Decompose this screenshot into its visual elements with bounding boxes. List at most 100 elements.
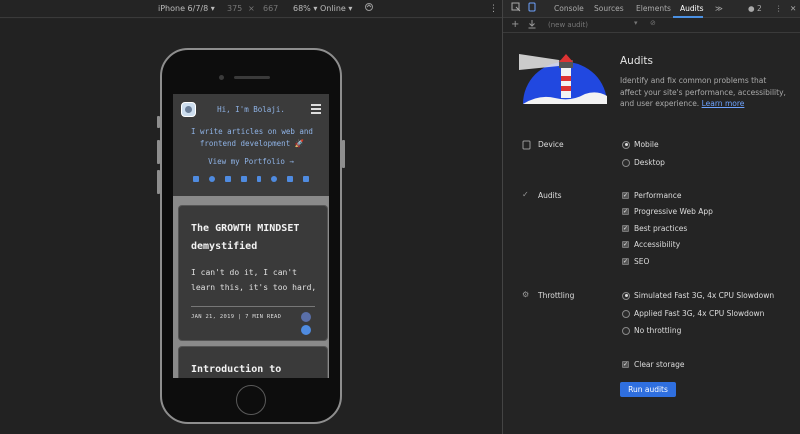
article-title[interactable]: Introduction to JavaScript Switch xyxy=(191,361,321,378)
mute-switch xyxy=(157,116,160,128)
audits-toolbar: + (new audit) ▾ ⊘ xyxy=(503,18,800,33)
device-section-label: Device xyxy=(538,140,564,149)
option-label: Mobile xyxy=(634,140,659,149)
instagram-icon[interactable] xyxy=(271,176,277,182)
device-mobile-option[interactable]: Mobile xyxy=(622,140,659,149)
option-label: Accessibility xyxy=(634,240,681,249)
home-button xyxy=(236,385,266,415)
panel-divider[interactable] xyxy=(502,0,503,434)
twitter-icon[interactable] xyxy=(225,176,231,182)
learn-more-link[interactable]: Learn more xyxy=(702,99,745,108)
github-icon[interactable] xyxy=(209,176,215,182)
audit-pwa-option[interactable]: ✓ Progressive Web App xyxy=(622,207,713,216)
run-audits-button[interactable]: Run audits xyxy=(620,382,676,397)
close-icon[interactable]: ✕ xyxy=(790,4,796,13)
phone-frame: Hi, I'm Bolaji. I write articles on web … xyxy=(157,48,345,424)
mail-icon[interactable] xyxy=(287,176,293,182)
option-label: SEO xyxy=(634,257,650,266)
radio-applied[interactable] xyxy=(622,309,630,318)
article-card[interactable]: The GROWTH MINDSET demystified I can't d… xyxy=(179,206,327,340)
option-label: Applied Fast 3G, 4x CPU Slowdown xyxy=(634,309,765,318)
site-greeting: Hi, I'm Bolaji. xyxy=(217,105,285,114)
volume-down-button xyxy=(157,170,160,194)
checkbox-accessibility[interactable]: ✓ xyxy=(622,241,629,248)
card-divider xyxy=(191,306,315,307)
option-label: No throttling xyxy=(634,326,682,335)
page-title: Audits xyxy=(620,55,654,67)
device-desktop-option[interactable]: Desktop xyxy=(622,158,665,167)
audits-description: Identify and fix common problems that af… xyxy=(620,75,788,110)
add-audit-icon[interactable]: + xyxy=(511,19,519,30)
radio-simulated[interactable] xyxy=(622,291,630,300)
radio-desktop[interactable] xyxy=(622,158,630,167)
option-label: Desktop xyxy=(634,158,665,167)
audit-performance-option[interactable]: ✓ Performance xyxy=(622,191,682,200)
tab-audits[interactable]: Audits xyxy=(680,4,704,13)
option-label: Performance xyxy=(634,191,682,200)
devtools-tabbar: Console Sources Elements Audits ≫ ● 2 ⋮ … xyxy=(503,0,800,18)
checkbox-best-practices[interactable]: ✓ xyxy=(622,225,629,232)
audit-seo-option[interactable]: ✓ SEO xyxy=(622,257,649,266)
device-menu-icon[interactable]: ⋮ xyxy=(489,4,498,14)
option-label: Simulated Fast 3G, 4x CPU Slowdown xyxy=(634,291,775,300)
option-label: Best practices xyxy=(634,224,688,233)
audit-best-practices-option[interactable]: ✓ Best practices xyxy=(622,224,687,233)
devtools-menu-icon[interactable]: ⋮ xyxy=(775,4,783,13)
lighthouse-logo-icon xyxy=(519,54,607,104)
audits-section-label: Audits xyxy=(538,191,562,200)
tab-sources[interactable]: Sources xyxy=(594,4,624,13)
width-field[interactable]: 375 xyxy=(227,4,242,13)
throttle-simulated-option[interactable]: Simulated Fast 3G, 4x CPU Slowdown xyxy=(622,291,774,300)
radio-none[interactable] xyxy=(622,326,630,335)
email-icon[interactable] xyxy=(193,176,199,182)
share-icon[interactable] xyxy=(301,312,311,322)
option-label: Progressive Web App xyxy=(634,207,713,216)
more-tabs-icon[interactable]: ≫ xyxy=(715,4,723,13)
checkbox-seo[interactable]: ✓ xyxy=(622,258,629,265)
rss-icon[interactable] xyxy=(303,176,309,182)
linkedin-icon[interactable] xyxy=(241,176,247,182)
article-meta: JAN 21, 2019 | 7 MIN READ xyxy=(191,314,282,320)
height-field[interactable]: 667 xyxy=(263,4,278,13)
throttle-none-option[interactable]: No throttling xyxy=(622,326,681,335)
checkbox-performance[interactable]: ✓ xyxy=(622,192,629,199)
device-select[interactable]: iPhone 6/7/8 ▾ xyxy=(158,4,215,13)
device-viewport: Hi, I'm Bolaji. I write articles on web … xyxy=(0,19,503,434)
article-card[interactable]: Introduction to JavaScript Switch xyxy=(179,347,327,378)
network-throttle-select[interactable]: Online ▾ xyxy=(320,4,352,13)
power-button xyxy=(342,140,345,168)
download-icon[interactable] xyxy=(528,20,536,31)
device-toggle-icon[interactable] xyxy=(527,2,537,14)
front-camera xyxy=(219,75,224,80)
article-excerpt: I can't do it, I can't learn this, it's … xyxy=(191,268,317,292)
option-label: Clear storage xyxy=(634,360,685,369)
tab-console[interactable]: Console xyxy=(554,4,584,13)
inspect-icon[interactable] xyxy=(511,2,521,14)
checkmark-icon: ✓ xyxy=(522,190,529,199)
clear-storage-option[interactable]: ✓ Clear storage xyxy=(622,360,685,369)
warning-count-label: 2 xyxy=(756,4,762,13)
volume-up-button xyxy=(157,140,160,164)
device-icon xyxy=(522,140,531,152)
portfolio-link[interactable]: View my Portfolio → xyxy=(173,157,329,166)
dimension-separator: × xyxy=(248,4,255,13)
audit-accessibility-option[interactable]: ✓ Accessibility xyxy=(622,240,680,249)
device-toolbar: iPhone 6/7/8 ▾ 375 × 667 68% ▾ Online ▾ … xyxy=(0,0,503,18)
facebook-icon[interactable] xyxy=(257,176,261,182)
checkbox-pwa[interactable]: ✓ xyxy=(622,208,629,215)
clear-all-icon[interactable]: ⊘ xyxy=(650,19,656,27)
checkbox-clear-storage[interactable]: ✓ xyxy=(622,361,629,368)
zoom-select[interactable]: 68% ▾ xyxy=(293,4,317,13)
report-select-chevron-icon[interactable]: ▾ xyxy=(634,19,638,27)
radio-mobile[interactable] xyxy=(622,140,630,149)
gear-icon: ⚙ xyxy=(522,290,530,299)
phone-screen[interactable]: Hi, I'm Bolaji. I write articles on web … xyxy=(173,94,329,378)
article-title[interactable]: The GROWTH MINDSET demystified xyxy=(191,220,321,256)
rotate-icon[interactable] xyxy=(364,2,374,14)
throttle-applied-option[interactable]: Applied Fast 3G, 4x CPU Slowdown xyxy=(622,309,764,318)
audit-report-select[interactable]: (new audit) xyxy=(548,21,588,29)
twitter-share-icon[interactable] xyxy=(301,325,311,335)
site-bio: I write articles on web and frontend dev… xyxy=(191,127,313,148)
warning-count[interactable]: ● 2 xyxy=(748,4,762,13)
tab-elements[interactable]: Elements xyxy=(636,4,671,13)
